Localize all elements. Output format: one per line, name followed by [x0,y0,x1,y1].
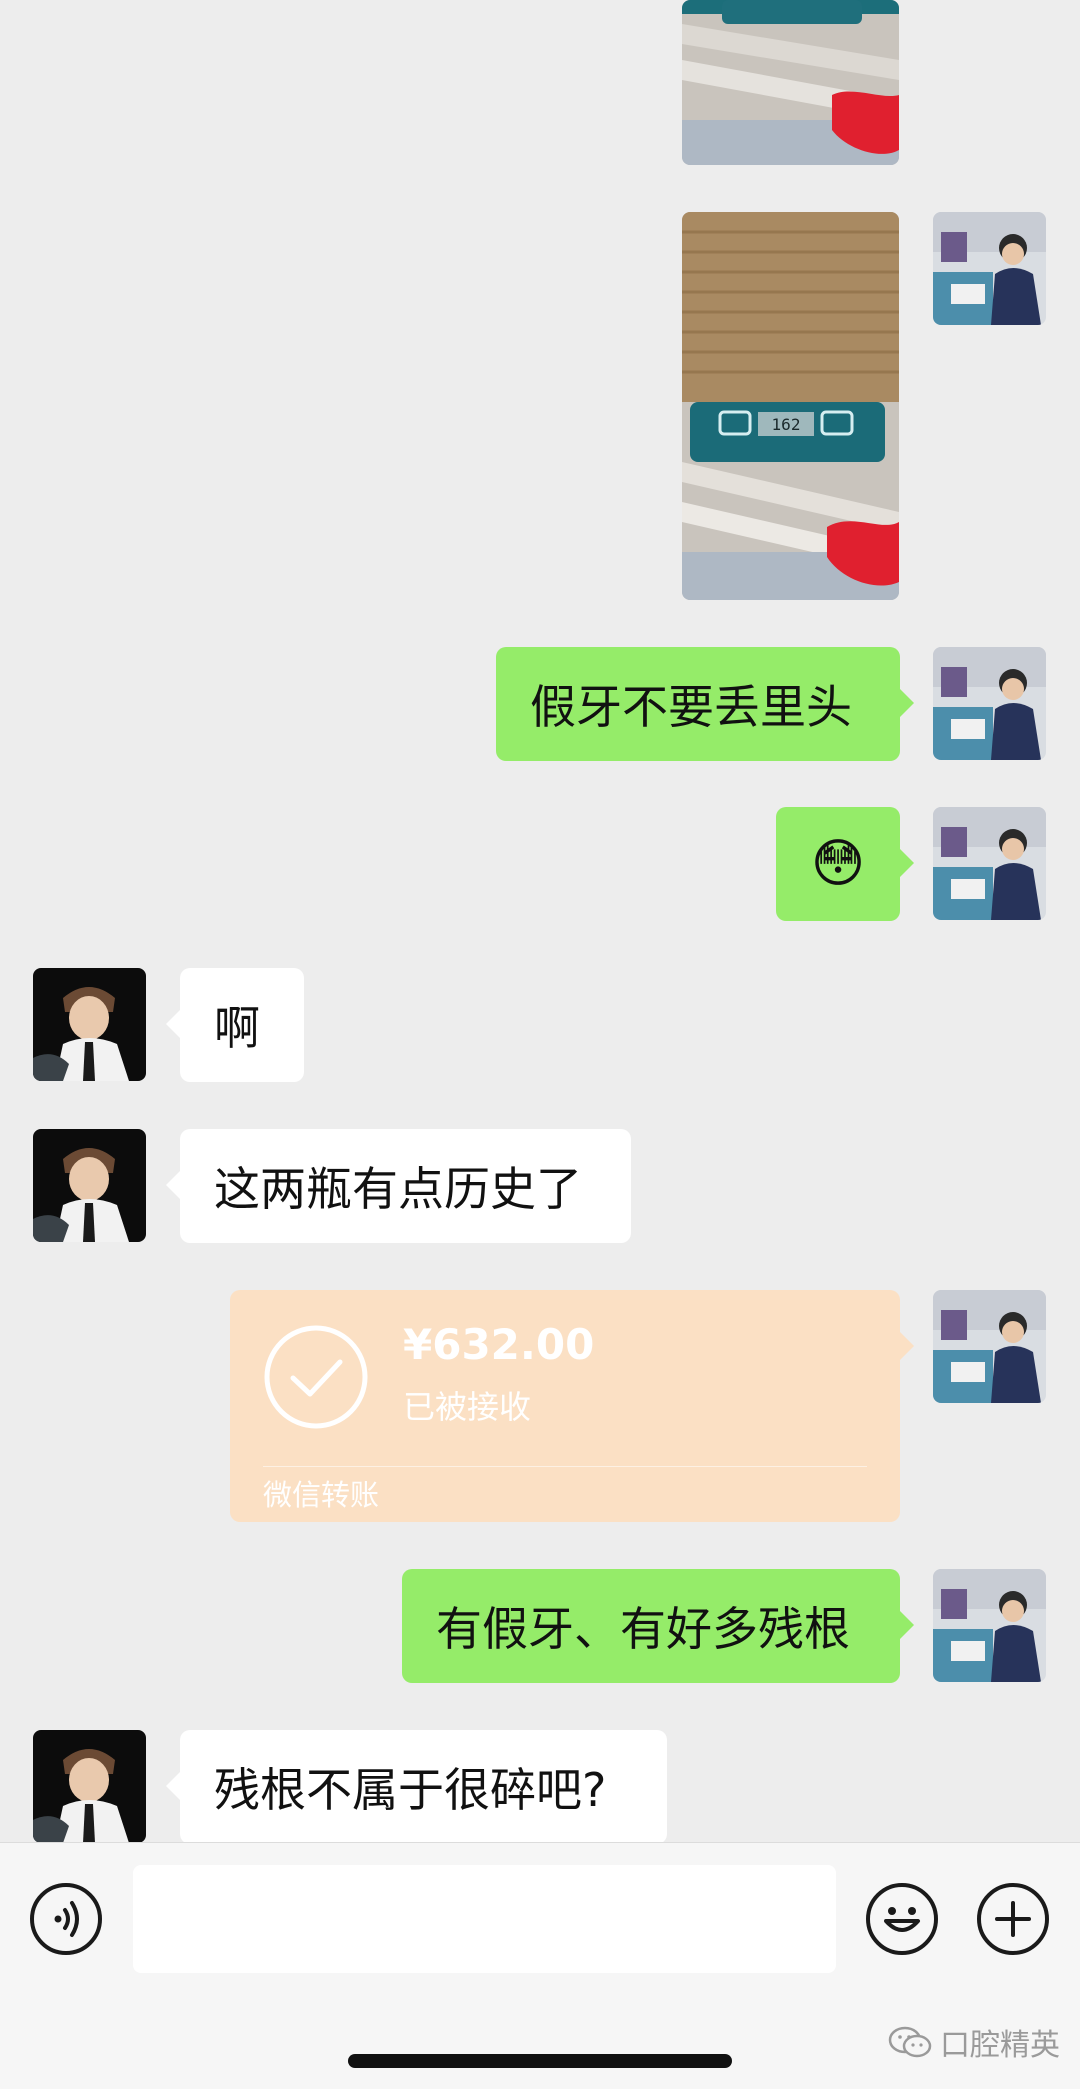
voice-icon [54,1901,79,1937]
dentist-avatar-image [933,212,1046,325]
home-indicator[interactable] [348,2054,732,2068]
voice-button[interactable] [30,1883,102,1955]
message-bubble-in[interactable]: 残根不属于很碎吧? [166,1730,667,1844]
transfer-divider [263,1466,867,1467]
add-button[interactable] [977,1883,1049,1955]
check-circle-icon [264,1325,368,1429]
avatar-me[interactable] [933,807,1046,920]
avatar-contact[interactable] [33,1730,146,1843]
message-text: 假牙不要丢里头 [530,680,852,734]
wechat-logo-icon [888,2026,932,2058]
dentist-avatar-image [933,807,1046,920]
plus-icon [995,1901,1031,1937]
image-message-scale-partial[interactable] [682,0,899,165]
dentist-avatar-image [933,1290,1046,1403]
transfer-amount: ¥632.00 [403,1320,595,1369]
message-bubble-out[interactable]: 有假牙、有好多残根 [402,1569,914,1683]
flushed-face-emoji: 😳 [810,834,866,894]
transfer-status: 已被接收 [403,1388,532,1426]
watermark-text: 口腔精英 [940,2028,1060,2063]
message-bubble-in[interactable]: 啊 [166,968,304,1082]
avatar-me[interactable] [933,647,1046,760]
message-text: 这两瓶有点历史了 [214,1162,582,1216]
boy-avatar-image [33,968,146,1081]
message-bubble-out[interactable]: 假牙不要丢里头 [496,647,914,761]
message-text: 有假牙、有好多残根 [436,1602,850,1656]
message-text: 残根不属于很碎吧? [214,1763,607,1817]
avatar-contact[interactable] [33,968,146,1081]
scale-photo [682,0,899,165]
wechat-transfer-card[interactable]: ¥632.00 已被接收 微信转账 [230,1290,914,1522]
avatar-me[interactable] [933,1290,1046,1403]
boy-avatar-image [33,1730,146,1843]
emoji-button[interactable] [866,1883,938,1955]
message-bubble-in[interactable]: 这两瓶有点历史了 [166,1129,631,1243]
message-bubble-out-emoji[interactable]: 😳 [776,807,914,921]
transfer-footer-label: 微信转账 [263,1478,380,1512]
avatar-me[interactable] [933,212,1046,325]
scale-photo: 162 [682,212,899,600]
avatar-me[interactable] [933,1569,1046,1682]
watermark: 口腔精英 [888,2020,1060,2064]
message-text: 啊 [214,1001,260,1055]
dentist-avatar-image [933,1569,1046,1682]
message-input[interactable] [133,1865,836,1973]
scale-readout: 162 [772,415,801,434]
boy-avatar-image [33,1129,146,1242]
image-message-scale[interactable]: 162 [682,212,899,600]
dentist-avatar-image [933,647,1046,760]
avatar-contact[interactable] [33,1129,146,1242]
emoji-icon [884,1907,920,1932]
